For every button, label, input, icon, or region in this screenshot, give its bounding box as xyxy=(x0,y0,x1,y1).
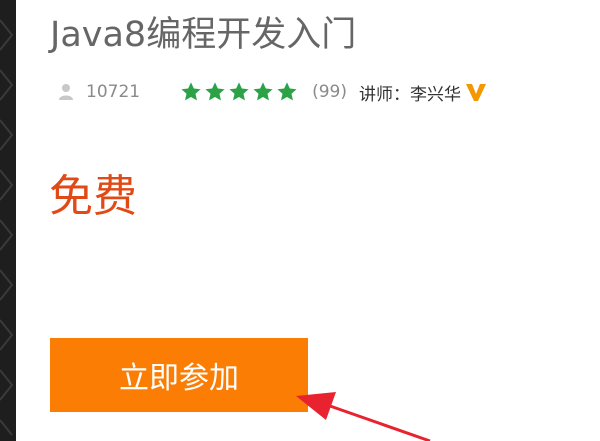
join-course-button[interactable]: 立即参加 xyxy=(50,338,308,412)
star-icon xyxy=(204,81,226,103)
verified-badge-icon xyxy=(465,81,487,103)
user-icon xyxy=(58,83,74,101)
rating-stars xyxy=(180,81,298,103)
price-label: 免费 xyxy=(49,171,137,222)
left-border-strip xyxy=(0,0,16,441)
rating-count: (99) xyxy=(312,82,347,102)
star-icon xyxy=(276,81,298,103)
learner-count: 10721 xyxy=(86,82,141,102)
star-icon xyxy=(228,81,250,103)
teacher-link[interactable]: 讲师：李兴华 xyxy=(359,80,461,105)
annotation-arrow-icon xyxy=(296,392,431,441)
star-icon xyxy=(252,81,274,103)
course-meta-row: 10721 (99) 讲师：李兴华 xyxy=(58,80,487,105)
course-title: Java8编程开发入门 xyxy=(50,15,357,55)
star-icon xyxy=(180,81,202,103)
